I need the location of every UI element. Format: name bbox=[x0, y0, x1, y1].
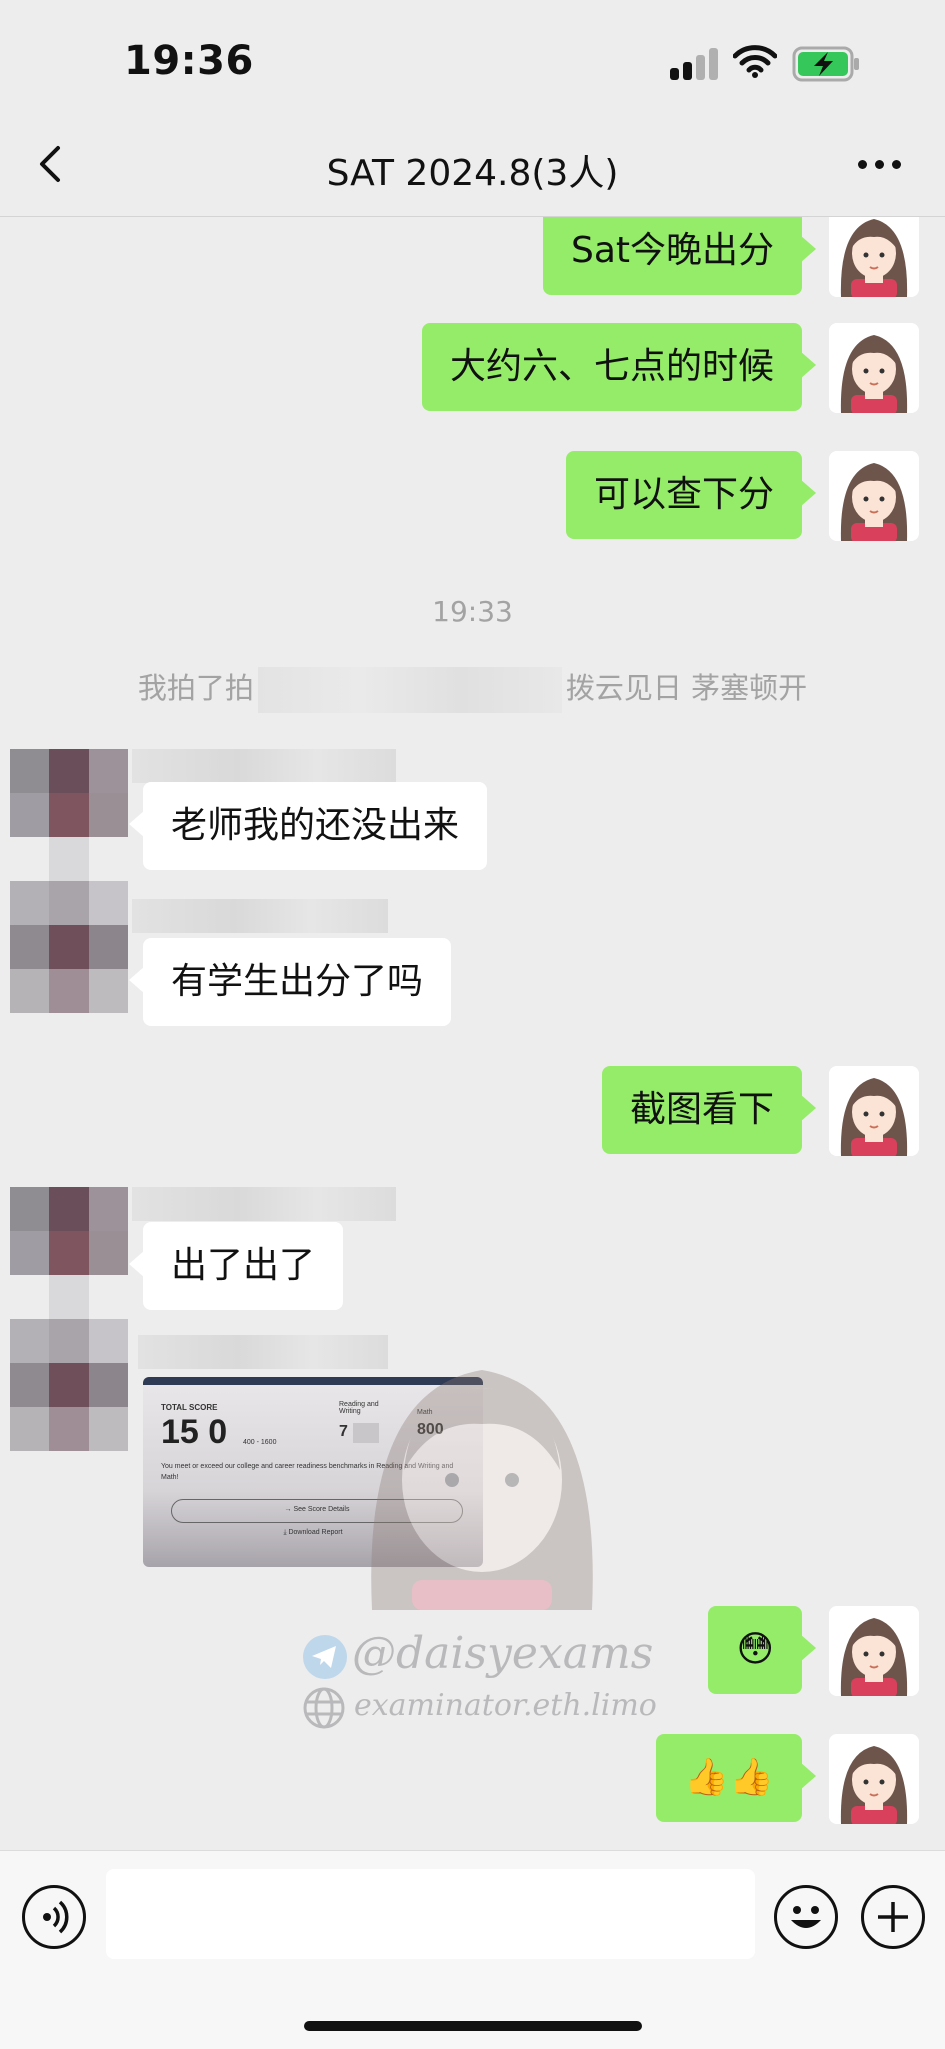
telegram-icon bbox=[302, 1634, 348, 1684]
system-message-after: 拨云见日 茅塞顿开 bbox=[565, 671, 808, 705]
redacted-sender-name bbox=[138, 1335, 388, 1369]
chat-header: SAT 2024.8(3人) bbox=[0, 112, 945, 217]
message-bubble-received[interactable]: 出了出了 bbox=[128, 1222, 344, 1310]
avatar[interactable] bbox=[829, 451, 919, 541]
girl-avatar-icon bbox=[829, 1606, 919, 1696]
status-time: 19:36 bbox=[124, 38, 254, 84]
girl-avatar-icon bbox=[829, 451, 919, 541]
watermark-site: examinator.eth.limo bbox=[354, 1688, 657, 1723]
avatar-pixelated[interactable] bbox=[10, 1319, 128, 1451]
input-bar bbox=[0, 1850, 945, 2049]
battery-charging-icon bbox=[792, 46, 862, 86]
watermark-handle: @daisyexams bbox=[352, 1628, 654, 1679]
system-message: 我拍了拍 拨云见日 茅塞顿开 bbox=[0, 665, 945, 713]
girl-avatar-icon bbox=[829, 1066, 919, 1156]
avatar[interactable] bbox=[829, 1606, 919, 1696]
globe-icon bbox=[302, 1686, 346, 1734]
message-bubble-sent[interactable]: 截图看下 bbox=[601, 1066, 817, 1154]
message-bubble-received[interactable]: 有学生出分了吗 bbox=[128, 938, 452, 1026]
system-message-before: 我拍了拍 bbox=[137, 671, 254, 705]
voice-icon[interactable] bbox=[22, 1885, 86, 1949]
avatar[interactable] bbox=[829, 1066, 919, 1156]
girl-avatar-icon bbox=[829, 217, 919, 297]
avatar[interactable] bbox=[829, 323, 919, 413]
watermark-figure bbox=[352, 1350, 612, 1610]
redacted-sender-name bbox=[132, 1187, 396, 1221]
total-score-label: TOTAL SCORE bbox=[161, 1403, 218, 1412]
avatar-pixelated[interactable] bbox=[10, 1187, 128, 1319]
message-input[interactable] bbox=[106, 1869, 755, 1959]
rw-score: 7 bbox=[339, 1423, 348, 1440]
message-bubble-sent[interactable]: 可以查下分 bbox=[565, 451, 817, 539]
message-bubble-received[interactable]: 老师我的还没出来 bbox=[128, 782, 488, 870]
home-indicator bbox=[304, 2021, 642, 2031]
avatar[interactable] bbox=[829, 1734, 919, 1824]
message-bubble-sent[interactable]: Sat今晚出分 bbox=[542, 217, 817, 295]
message-bubble-sent[interactable]: 👍👍 bbox=[656, 1734, 816, 1822]
plus-icon[interactable] bbox=[861, 1885, 925, 1949]
more-icon[interactable] bbox=[858, 152, 908, 178]
redacted-sender-name bbox=[132, 899, 388, 933]
chat-title: SAT 2024.8(3人) bbox=[326, 153, 619, 194]
avatar[interactable] bbox=[829, 217, 919, 297]
message-bubble-sent[interactable]: 大约六、七点的时候 bbox=[421, 323, 817, 411]
cellular-signal-icon bbox=[670, 48, 720, 80]
emoji-icon[interactable] bbox=[774, 1885, 838, 1949]
girl-avatar-icon bbox=[829, 1734, 919, 1824]
avatar-pixelated[interactable] bbox=[10, 881, 128, 1013]
girl-avatar-icon bbox=[829, 323, 919, 413]
wifi-icon bbox=[732, 44, 778, 82]
message-bubble-sent[interactable]: 😳 bbox=[708, 1606, 816, 1694]
total-score-value: 15 0 bbox=[161, 1413, 228, 1451]
total-score-range: 400 - 1600 bbox=[243, 1439, 277, 1446]
redacted-name bbox=[257, 667, 562, 713]
avatar-pixelated[interactable] bbox=[10, 749, 128, 881]
redacted-sender-name bbox=[132, 749, 396, 783]
message-timestamp: 19:33 bbox=[432, 595, 513, 628]
